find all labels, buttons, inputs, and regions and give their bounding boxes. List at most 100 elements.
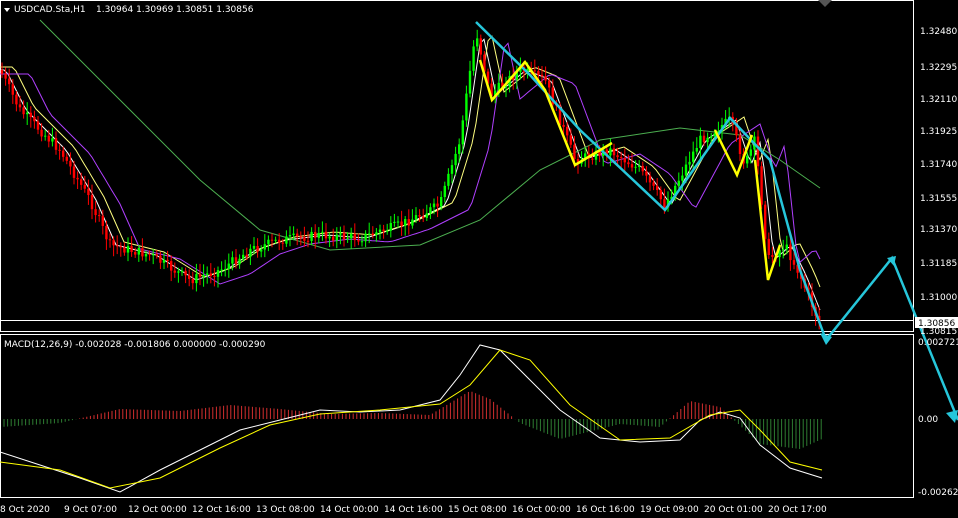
time-axis: 8 Oct 2020 9 Oct 07:00 12 Oct 00:00 12 O… bbox=[0, 505, 827, 515]
current-price-value: 1.30856 bbox=[918, 319, 955, 329]
triangle-down-icon[interactable] bbox=[4, 8, 10, 12]
candle-body bbox=[80, 179, 83, 185]
candle-body bbox=[324, 231, 328, 239]
candlesticks bbox=[0, 29, 821, 330]
symbol-title: USDCAD.Sta,H1 bbox=[14, 5, 86, 15]
candle-body bbox=[238, 258, 241, 265]
candle-body bbox=[684, 164, 688, 176]
candle-body bbox=[256, 245, 259, 252]
candle-body bbox=[274, 239, 277, 241]
candle-body bbox=[591, 158, 594, 160]
candle-body bbox=[137, 248, 140, 255]
candle-body bbox=[537, 70, 540, 75]
time-label: 16 Oct 00:00 bbox=[512, 505, 571, 515]
candle-body bbox=[40, 129, 43, 137]
candle-body bbox=[126, 246, 130, 253]
candle-body bbox=[620, 157, 623, 159]
candle-body bbox=[562, 124, 565, 127]
candle-body bbox=[321, 231, 324, 233]
candle-body bbox=[548, 80, 551, 88]
price-label: 1.31370 bbox=[920, 225, 957, 235]
candle-body bbox=[231, 257, 234, 264]
candle-body bbox=[375, 232, 378, 235]
time-label: 12 Oct 00:00 bbox=[128, 505, 187, 515]
candle-body bbox=[18, 104, 22, 108]
candle-body bbox=[461, 120, 464, 145]
candle-body bbox=[4, 73, 7, 79]
candle-body bbox=[90, 195, 94, 210]
candle-body bbox=[134, 252, 137, 255]
candle-body bbox=[303, 237, 306, 241]
price-label: 1.31925 bbox=[920, 127, 957, 137]
candle-body bbox=[335, 234, 338, 241]
candle-body bbox=[695, 147, 698, 152]
candle-body bbox=[123, 247, 126, 253]
candle-body bbox=[108, 239, 112, 241]
candle-body bbox=[706, 137, 709, 143]
candle-body bbox=[677, 180, 680, 186]
candle-body bbox=[364, 233, 367, 242]
candle-body bbox=[468, 70, 472, 94]
candle-body bbox=[634, 166, 637, 168]
candle-body bbox=[0, 70, 4, 74]
candle-body bbox=[339, 232, 342, 235]
price-label: 1.31000 bbox=[920, 293, 957, 303]
price-label: 1.32480 bbox=[920, 27, 957, 37]
candle-body bbox=[281, 242, 284, 244]
scroll-marker-icon[interactable] bbox=[818, 0, 832, 7]
candle-body bbox=[130, 246, 133, 253]
candle-body bbox=[368, 233, 371, 235]
candle-body bbox=[692, 151, 695, 162]
candle-body bbox=[656, 185, 659, 191]
candle-body bbox=[72, 166, 76, 178]
candle-body bbox=[36, 121, 40, 130]
candle-body bbox=[353, 233, 356, 241]
ma-medium-line bbox=[0, 35, 821, 288]
candle-body bbox=[224, 269, 227, 271]
candle-body bbox=[350, 233, 353, 239]
time-label: 14 Oct 00:00 bbox=[320, 505, 379, 515]
time-label: 12 Oct 16:00 bbox=[192, 505, 251, 515]
macd-title: MACD(12,26,9) -0.002028 -0.001806 0.0000… bbox=[4, 340, 266, 350]
candle-body bbox=[357, 240, 360, 242]
candle-body bbox=[425, 213, 428, 218]
candle-body bbox=[436, 203, 439, 207]
price-label: 1.31555 bbox=[920, 194, 957, 204]
time-label: 20 Oct 01:00 bbox=[704, 505, 763, 515]
candle-body bbox=[681, 175, 684, 181]
candle-body bbox=[11, 84, 14, 95]
candle-body bbox=[54, 138, 58, 150]
candle-body bbox=[198, 274, 202, 277]
ohlc-readout: 1.30964 1.30969 1.30851 1.30856 bbox=[96, 5, 254, 15]
candle-body bbox=[789, 244, 792, 261]
trading-chart[interactable]: USDCAD.Sta,H1 1.30964 1.30969 1.30851 1.… bbox=[0, 0, 958, 518]
candle-body bbox=[155, 254, 158, 256]
candle-body bbox=[609, 148, 612, 156]
time-label: 13 Oct 08:00 bbox=[256, 505, 315, 515]
candle-body bbox=[144, 253, 148, 257]
candle-body bbox=[76, 177, 79, 180]
candle-body bbox=[98, 215, 101, 217]
candle-body bbox=[314, 231, 317, 238]
macd-axis-label: 0.00 bbox=[918, 415, 938, 425]
candle-body bbox=[407, 219, 410, 226]
candle-body bbox=[173, 270, 176, 273]
candle-body bbox=[44, 135, 47, 137]
candle-body bbox=[479, 38, 482, 55]
candle-body bbox=[746, 155, 749, 164]
candle-body bbox=[411, 219, 414, 226]
candle-body bbox=[22, 107, 25, 115]
candle-body bbox=[382, 229, 385, 232]
candle-body bbox=[638, 165, 641, 167]
candle-body bbox=[234, 257, 238, 265]
candle-body bbox=[414, 215, 418, 220]
candle-body bbox=[47, 135, 50, 142]
macd-axis-label: -0.002623 bbox=[918, 488, 958, 498]
candle-body bbox=[393, 221, 396, 223]
candle-body bbox=[292, 233, 295, 236]
candle-body bbox=[263, 244, 266, 250]
candle-body bbox=[209, 273, 212, 276]
candle-body bbox=[162, 259, 166, 263]
candle-body bbox=[112, 240, 115, 246]
candle-body bbox=[540, 74, 544, 77]
